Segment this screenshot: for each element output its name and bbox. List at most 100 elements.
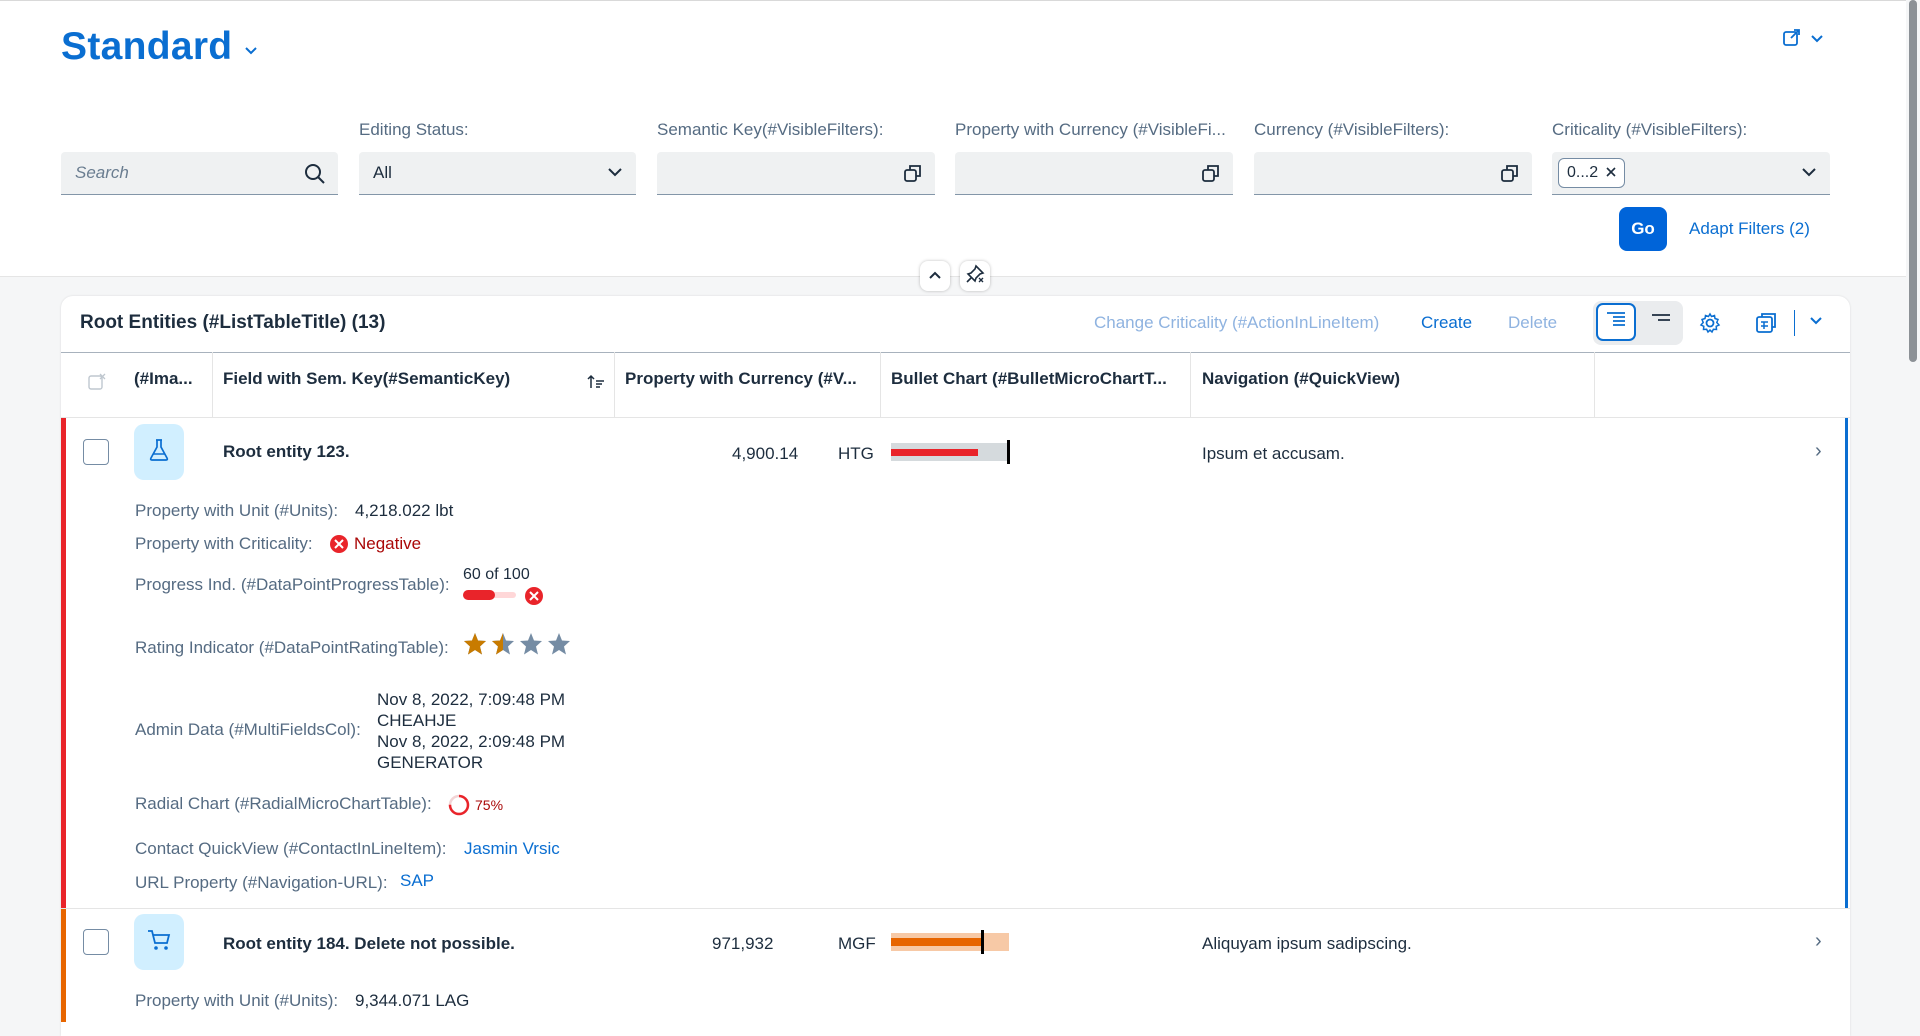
rating-label: Rating Indicator (#DataPointRatingTable)… <box>135 638 449 657</box>
star-icon <box>492 633 514 655</box>
contact-link[interactable]: Jasmin Vrsic <box>464 839 560 859</box>
table-row[interactable] <box>61 418 1850 908</box>
row-currency: HTG <box>838 444 874 463</box>
filter-label-semantic-key: Semantic Key(#VisibleFilters): <box>657 120 884 139</box>
value-help-icon[interactable] <box>1500 163 1520 188</box>
export-icon[interactable] <box>1754 311 1778 340</box>
contact-label: Contact QuickView (#ContactInLineItem): <box>135 839 447 858</box>
column-header-image[interactable]: (#Ima... <box>134 369 200 389</box>
share-button[interactable] <box>1782 27 1824 52</box>
url-link[interactable]: SAP <box>400 871 434 891</box>
criticality-multicombo[interactable]: 0...2 <box>1552 152 1830 195</box>
currency-input[interactable] <box>1254 152 1532 195</box>
progress-value: 60 of 100 <box>463 566 530 583</box>
unit-label: Property with Unit (#Units): <box>135 501 339 520</box>
toolbar-divider <box>1794 310 1795 336</box>
search-input[interactable]: Search <box>61 152 338 195</box>
column-separator <box>212 352 213 418</box>
search-icon[interactable] <box>304 163 326 190</box>
star-icon <box>520 633 542 655</box>
navigation-arrow-icon[interactable]: › <box>1815 440 1822 463</box>
chevron-down-icon <box>1810 31 1824 49</box>
table-title: Root Entities (#ListTableTitle) (13) <box>80 312 386 333</box>
column-header-bullet-chart[interactable]: Bullet Chart (#BulletMicroChartT... <box>891 369 1181 389</box>
condensed-view-button[interactable] <box>1642 303 1680 341</box>
row-select-checkbox[interactable] <box>83 439 109 465</box>
value-help-icon[interactable] <box>903 163 923 188</box>
pin-header-button[interactable] <box>960 261 990 291</box>
admin-line: Nov 8, 2022, 2:09:48 PM <box>377 732 566 751</box>
bullet-chart-value-bar <box>891 449 978 456</box>
row-avatar <box>134 914 184 970</box>
pin-icon <box>965 264 985 289</box>
collapse-header-button[interactable] <box>920 261 950 291</box>
scrollbar-thumb[interactable] <box>1909 0 1917 362</box>
admin-line: CHEAHJE <box>377 711 457 730</box>
admin-line: Nov 8, 2022, 7:09:48 PM <box>377 690 566 709</box>
chevron-down-icon[interactable] <box>1808 313 1824 334</box>
column-separator <box>1190 352 1191 418</box>
adapt-filters-button[interactable]: Adapt Filters (2) <box>1689 219 1810 239</box>
admin-label: Admin Data (#MultiFieldsCol): <box>135 720 361 739</box>
progress-fill <box>463 590 495 600</box>
filter-header: Standard Editing Status: Semantic Key(#V… <box>0 0 1906 277</box>
settings-icon[interactable] <box>1698 311 1722 340</box>
admin-line: GENERATOR <box>377 753 484 772</box>
editing-status-value: All <box>373 163 392 182</box>
row-navigation-text: Aliquyam ipsum sadipscing. <box>1202 934 1412 953</box>
navigation-arrow-icon[interactable]: › <box>1815 930 1822 953</box>
chevron-down-icon[interactable] <box>1800 163 1818 186</box>
criticality-indicator <box>61 909 66 1022</box>
lab-flask-icon <box>148 438 170 467</box>
unit-value: 4,218.022 lbt <box>355 501 454 520</box>
criticality-label: Property with Criticality: <box>135 534 313 553</box>
radial-label: Radial Chart (#RadialMicroChartTable): <box>135 794 432 813</box>
column-separator <box>1594 352 1595 418</box>
value-help-icon[interactable] <box>1201 163 1221 188</box>
unit-value: 9,344.071 LAG <box>355 991 470 1010</box>
go-button[interactable]: Go <box>1619 207 1667 251</box>
expanded-view-button[interactable] <box>1596 303 1636 341</box>
error-icon <box>329 534 349 559</box>
filter-label-editing-status: Editing Status: <box>359 120 469 139</box>
bullet-chart <box>891 930 1009 954</box>
star-icon <box>464 633 486 655</box>
row-currency: MGF <box>838 934 876 953</box>
error-icon <box>524 586 544 611</box>
row-amount: 4,900.14 <box>732 444 799 463</box>
criticality-indicator <box>61 418 66 908</box>
search-placeholder: Search <box>75 163 129 182</box>
column-header-property-currency[interactable]: Property with Currency (#V... <box>625 369 881 389</box>
text-align-right-icon <box>1605 311 1627 334</box>
property-currency-input[interactable] <box>955 152 1233 195</box>
progress-indicator <box>463 590 516 600</box>
variant-selector[interactable]: Standard <box>61 25 258 69</box>
semantic-key-input[interactable] <box>657 152 935 195</box>
row-navigation-text: Ipsum et accusam. <box>1202 444 1345 463</box>
criticality-value: Negative <box>354 534 422 553</box>
row-amount: 971,932 <box>712 934 774 953</box>
change-criticality-button[interactable]: Change Criticality (#ActionInLineItem) <box>1094 313 1379 333</box>
row-title[interactable]: Root entity 123. <box>223 442 350 462</box>
rating-indicator <box>463 632 571 656</box>
share-icon <box>1782 27 1802 52</box>
row-select-checkbox[interactable] <box>83 929 109 955</box>
chevron-down-icon[interactable] <box>244 43 258 61</box>
close-icon[interactable] <box>1606 164 1616 182</box>
filter-label-property-currency: Property with Currency (#VisibleFi... <box>955 120 1226 139</box>
select-all-checkbox-icon[interactable] <box>88 373 106 396</box>
row-title[interactable]: Root entity 184. Delete not possible. <box>223 934 515 954</box>
column-header-semantic-key[interactable]: Field with Sem. Key(#SemanticKey) <box>223 369 583 389</box>
chevron-down-icon[interactable] <box>606 163 624 186</box>
create-button[interactable]: Create <box>1421 313 1472 333</box>
page-title[interactable]: Standard <box>61 25 232 69</box>
criticality-token[interactable]: 0...2 <box>1558 158 1626 188</box>
url-label: URL Property (#Navigation-URL): <box>135 873 388 892</box>
column-separator <box>614 352 615 418</box>
radial-value: 75% <box>475 797 504 813</box>
row-navigated-indicator <box>1845 418 1848 908</box>
editing-status-select[interactable]: All <box>359 152 636 195</box>
delete-button[interactable]: Delete <box>1508 313 1557 333</box>
column-header-navigation[interactable]: Navigation (#QuickView) <box>1202 369 1562 389</box>
admin-data: Nov 8, 2022, 7:09:48 PM CHEAHJE Nov 8, 2… <box>377 689 565 773</box>
